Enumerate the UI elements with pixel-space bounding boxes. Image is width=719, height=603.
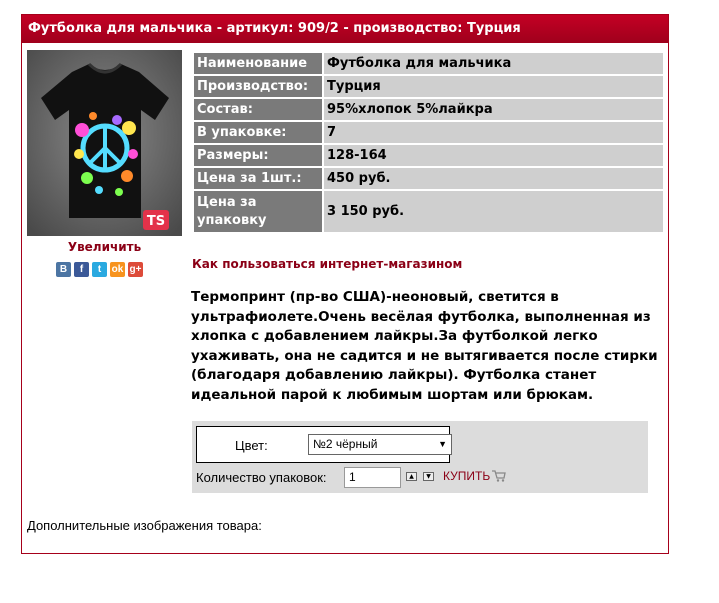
howto-link[interactable]: Как пользоваться интернет-магазином xyxy=(192,257,462,271)
color-select-value: №2 чёрный xyxy=(313,437,378,451)
qty-label: Количество упаковок: xyxy=(196,470,327,485)
spec-row: Наименование Футболка для мальчика xyxy=(194,53,663,74)
specs-table: Наименование Футболка для мальчика Произв… xyxy=(194,51,663,234)
qty-decrease-icon[interactable]: ▼ xyxy=(423,472,434,481)
spec-value: 3 150 руб. xyxy=(324,191,663,232)
facebook-icon[interactable]: f xyxy=(74,262,89,277)
extra-images-label: Дополнительные изображения товара: xyxy=(27,518,262,533)
spec-value: 7 xyxy=(324,122,663,143)
spec-row: В упаковке: 7 xyxy=(194,122,663,143)
spec-row: Цена за 1шт.: 450 руб. xyxy=(194,168,663,189)
tshirt-image: TS xyxy=(27,50,182,236)
spec-row: Размеры: 128-164 xyxy=(194,145,663,166)
spec-label: Цена за 1шт.: xyxy=(194,168,324,189)
buy-button[interactable]: КУПИТЬ xyxy=(443,469,506,483)
dropdown-arrow-icon: ▼ xyxy=(438,439,447,449)
product-panel: Футболка для мальчика - артикул: 909/2 -… xyxy=(21,14,669,554)
spec-row: Производство: Турция xyxy=(194,76,663,97)
twitter-icon[interactable]: t xyxy=(92,262,107,277)
qty-input[interactable]: 1 xyxy=(344,467,401,488)
googleplus-icon[interactable]: g+ xyxy=(128,262,143,277)
qty-increase-icon[interactable]: ▲ xyxy=(406,472,417,481)
cart-icon xyxy=(492,470,506,482)
spec-label: Состав: xyxy=(194,99,324,120)
order-form: Цвет: №2 чёрный ▼ Количество упаковок: 1… xyxy=(192,421,648,493)
color-box: Цвет: №2 чёрный ▼ xyxy=(196,426,452,463)
spec-value: 128-164 xyxy=(324,145,663,166)
spec-label: Наименование xyxy=(194,53,324,74)
spec-value: 450 руб. xyxy=(324,168,663,189)
spec-value: 95%хлопок 5%лайкра xyxy=(324,99,663,120)
spec-value: Футболка для мальчика xyxy=(324,53,663,74)
spec-label: Цена за упаковку xyxy=(194,191,324,232)
enlarge-link[interactable]: Увеличить xyxy=(27,240,182,254)
color-select[interactable]: №2 чёрный ▼ xyxy=(308,434,452,455)
product-description: Термопринт (пр-во США)-неоновый, светитс… xyxy=(191,289,658,403)
spec-value: Турция xyxy=(324,76,663,97)
buy-label: КУПИТЬ xyxy=(443,469,491,483)
spec-row: Цена за упаковку 3 150 руб. xyxy=(194,191,663,232)
color-label: Цвет: xyxy=(235,438,268,453)
vk-icon[interactable]: В xyxy=(56,262,71,277)
product-image[interactable]: TS xyxy=(27,50,182,236)
spec-label: Размеры: xyxy=(194,145,324,166)
odnoklassniki-icon[interactable]: ok xyxy=(110,262,125,277)
spec-label: Производство: xyxy=(194,76,324,97)
social-share-bar: В f t ok g+ xyxy=(56,262,143,277)
svg-text:TS: TS xyxy=(147,214,165,229)
spec-label: В упаковке: xyxy=(194,122,324,143)
spec-row: Состав: 95%хлопок 5%лайкра xyxy=(194,99,663,120)
product-title: Футболка для мальчика - артикул: 909/2 -… xyxy=(22,15,668,43)
